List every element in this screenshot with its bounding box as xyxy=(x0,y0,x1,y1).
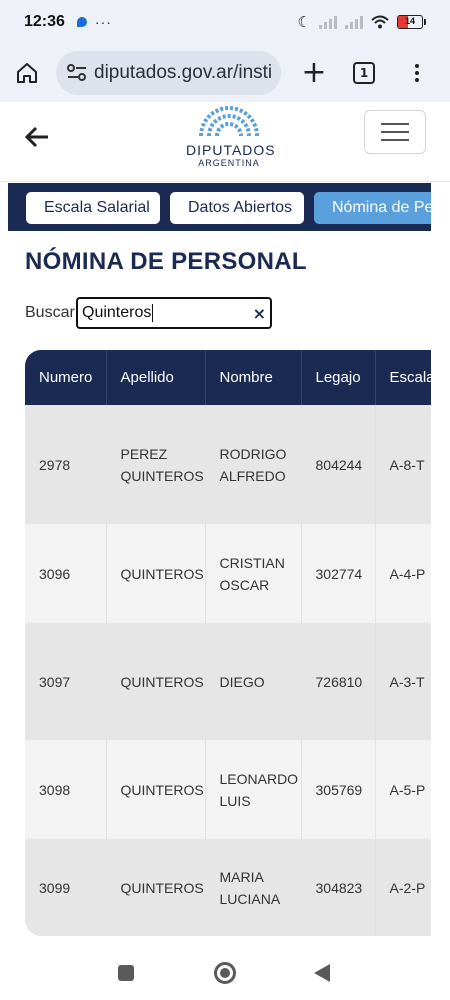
cell-escala: A-5-P xyxy=(389,781,426,798)
recent-apps-button[interactable] xyxy=(118,965,134,981)
header-numero[interactable]: Numero xyxy=(25,350,107,405)
status-time: 12:36 xyxy=(24,13,65,30)
tab-count: 1 xyxy=(359,66,369,80)
header-apellido[interactable]: Apellido xyxy=(106,350,206,405)
table-row: 3098 QUINTEROS LEONARDO LUIS 305769 A-5-P xyxy=(25,740,431,839)
page-title: NÓMINA DE PERSONAL xyxy=(25,248,307,275)
text-cursor xyxy=(152,304,154,322)
logo-title: DIPUTADOS xyxy=(186,142,276,158)
url-text: diputados.gov.ar/insti xyxy=(94,62,273,83)
cell-nombre: RODRIGO ALFREDO xyxy=(205,405,302,524)
site-settings-icon[interactable] xyxy=(66,62,88,84)
section-tabs: Escala Salarial Datos Abiertos Nómina de… xyxy=(8,183,431,231)
tab-switcher-button[interactable]: 1 xyxy=(353,62,375,84)
header-legajo[interactable]: Legajo xyxy=(301,350,376,405)
cell-legajo: 302774 xyxy=(301,524,376,623)
personnel-table[interactable]: Numero Apellido Nombre Legajo Escala 297… xyxy=(25,350,431,936)
cell-apellido: QUINTEROS xyxy=(106,839,206,936)
cell-escala: A-3-T xyxy=(389,673,425,690)
back-arrow-icon[interactable] xyxy=(24,124,50,150)
more-notifications-icon: ··· xyxy=(94,14,112,30)
search-input[interactable]: Quinteros × xyxy=(76,297,272,329)
back-nav-button[interactable] xyxy=(314,964,330,982)
battery-icon: 14 xyxy=(397,15,426,29)
cell-apellido: QUINTEROS xyxy=(106,524,206,623)
cell-nombre: LEONARDO LUIS xyxy=(205,740,302,839)
hamburger-menu-button[interactable] xyxy=(364,110,426,154)
cell-numero: 2978 xyxy=(25,405,107,524)
table-row: 3097 QUINTEROS DIEGO 726810 A-3-T xyxy=(25,623,431,740)
home-nav-button[interactable] xyxy=(214,962,236,984)
browser-menu-button[interactable] xyxy=(415,64,419,82)
site-header: DIPUTADOS ARGENTINA xyxy=(0,102,450,182)
system-nav-bar xyxy=(0,944,450,1000)
battery-level: 14 xyxy=(404,16,415,26)
home-button[interactable] xyxy=(12,58,42,88)
cell-legajo: 726810 xyxy=(301,623,376,740)
tab-datos-abiertos[interactable]: Datos Abiertos xyxy=(170,192,304,224)
cell-nombre: DIEGO xyxy=(205,623,302,740)
wifi-icon xyxy=(371,15,389,29)
cell-apellido: QUINTEROS xyxy=(106,623,206,740)
status-bar: 12:36 ··· ☾ 14 xyxy=(0,0,450,44)
cell-legajo: 304823 xyxy=(301,839,376,936)
table-header-row: Numero Apellido Nombre Legajo Escala xyxy=(25,350,431,405)
congress-arc-icon xyxy=(199,106,259,137)
address-bar[interactable]: diputados.gov.ar/insti xyxy=(56,51,281,95)
home-icon xyxy=(17,63,37,83)
do-not-disturb-icon: ☾ xyxy=(297,14,311,31)
cell-escala: A-8-T xyxy=(389,456,425,473)
table-row: 3099 QUINTEROS MARIA LUCIANA 304823 A-2-P xyxy=(25,839,431,936)
table-row: 2978 PEREZ QUINTEROS RODRIGO ALFREDO 80424… xyxy=(25,405,431,524)
cell-escala: A-4-P xyxy=(389,565,426,582)
cell-nombre: CRISTIAN OSCAR xyxy=(205,524,302,623)
logo-subtitle: ARGENTINA xyxy=(198,158,260,168)
search-value: Quinteros xyxy=(82,304,152,321)
tab-escala-salarial[interactable]: Escala Salarial xyxy=(26,192,160,224)
cell-legajo: 305769 xyxy=(301,740,376,839)
browser-toolbar: diputados.gov.ar/insti + 1 xyxy=(0,44,450,102)
cell-apellido: PEREZ QUINTEROS xyxy=(106,405,206,524)
clear-search-icon[interactable]: × xyxy=(253,304,266,323)
header-nombre[interactable]: Nombre xyxy=(205,350,302,405)
search-label: Buscar: xyxy=(25,304,80,321)
signal-icon xyxy=(319,15,337,29)
tab-nomina-de-personal[interactable]: Nómina de Pe xyxy=(314,192,431,224)
table-row: 3096 QUINTEROS CRISTIAN OSCAR 302774 A-4-… xyxy=(25,524,431,623)
message-notification-icon xyxy=(76,17,87,27)
cell-apellido: QUINTEROS xyxy=(106,740,206,839)
cell-legajo: 804244 xyxy=(301,405,376,524)
new-tab-button[interactable]: + xyxy=(299,58,329,88)
cell-nombre: MARIA LUCIANA xyxy=(205,839,302,936)
signal-icon-2 xyxy=(345,15,363,29)
cell-numero: 3097 xyxy=(25,623,107,740)
cell-numero: 3096 xyxy=(25,524,107,623)
cell-escala: A-2-P xyxy=(389,879,426,896)
diputados-logo[interactable]: DIPUTADOS ARGENTINA xyxy=(186,106,276,172)
cell-numero: 3099 xyxy=(25,839,107,936)
cell-numero: 3098 xyxy=(25,740,107,839)
header-escala[interactable]: Escala xyxy=(375,350,432,405)
